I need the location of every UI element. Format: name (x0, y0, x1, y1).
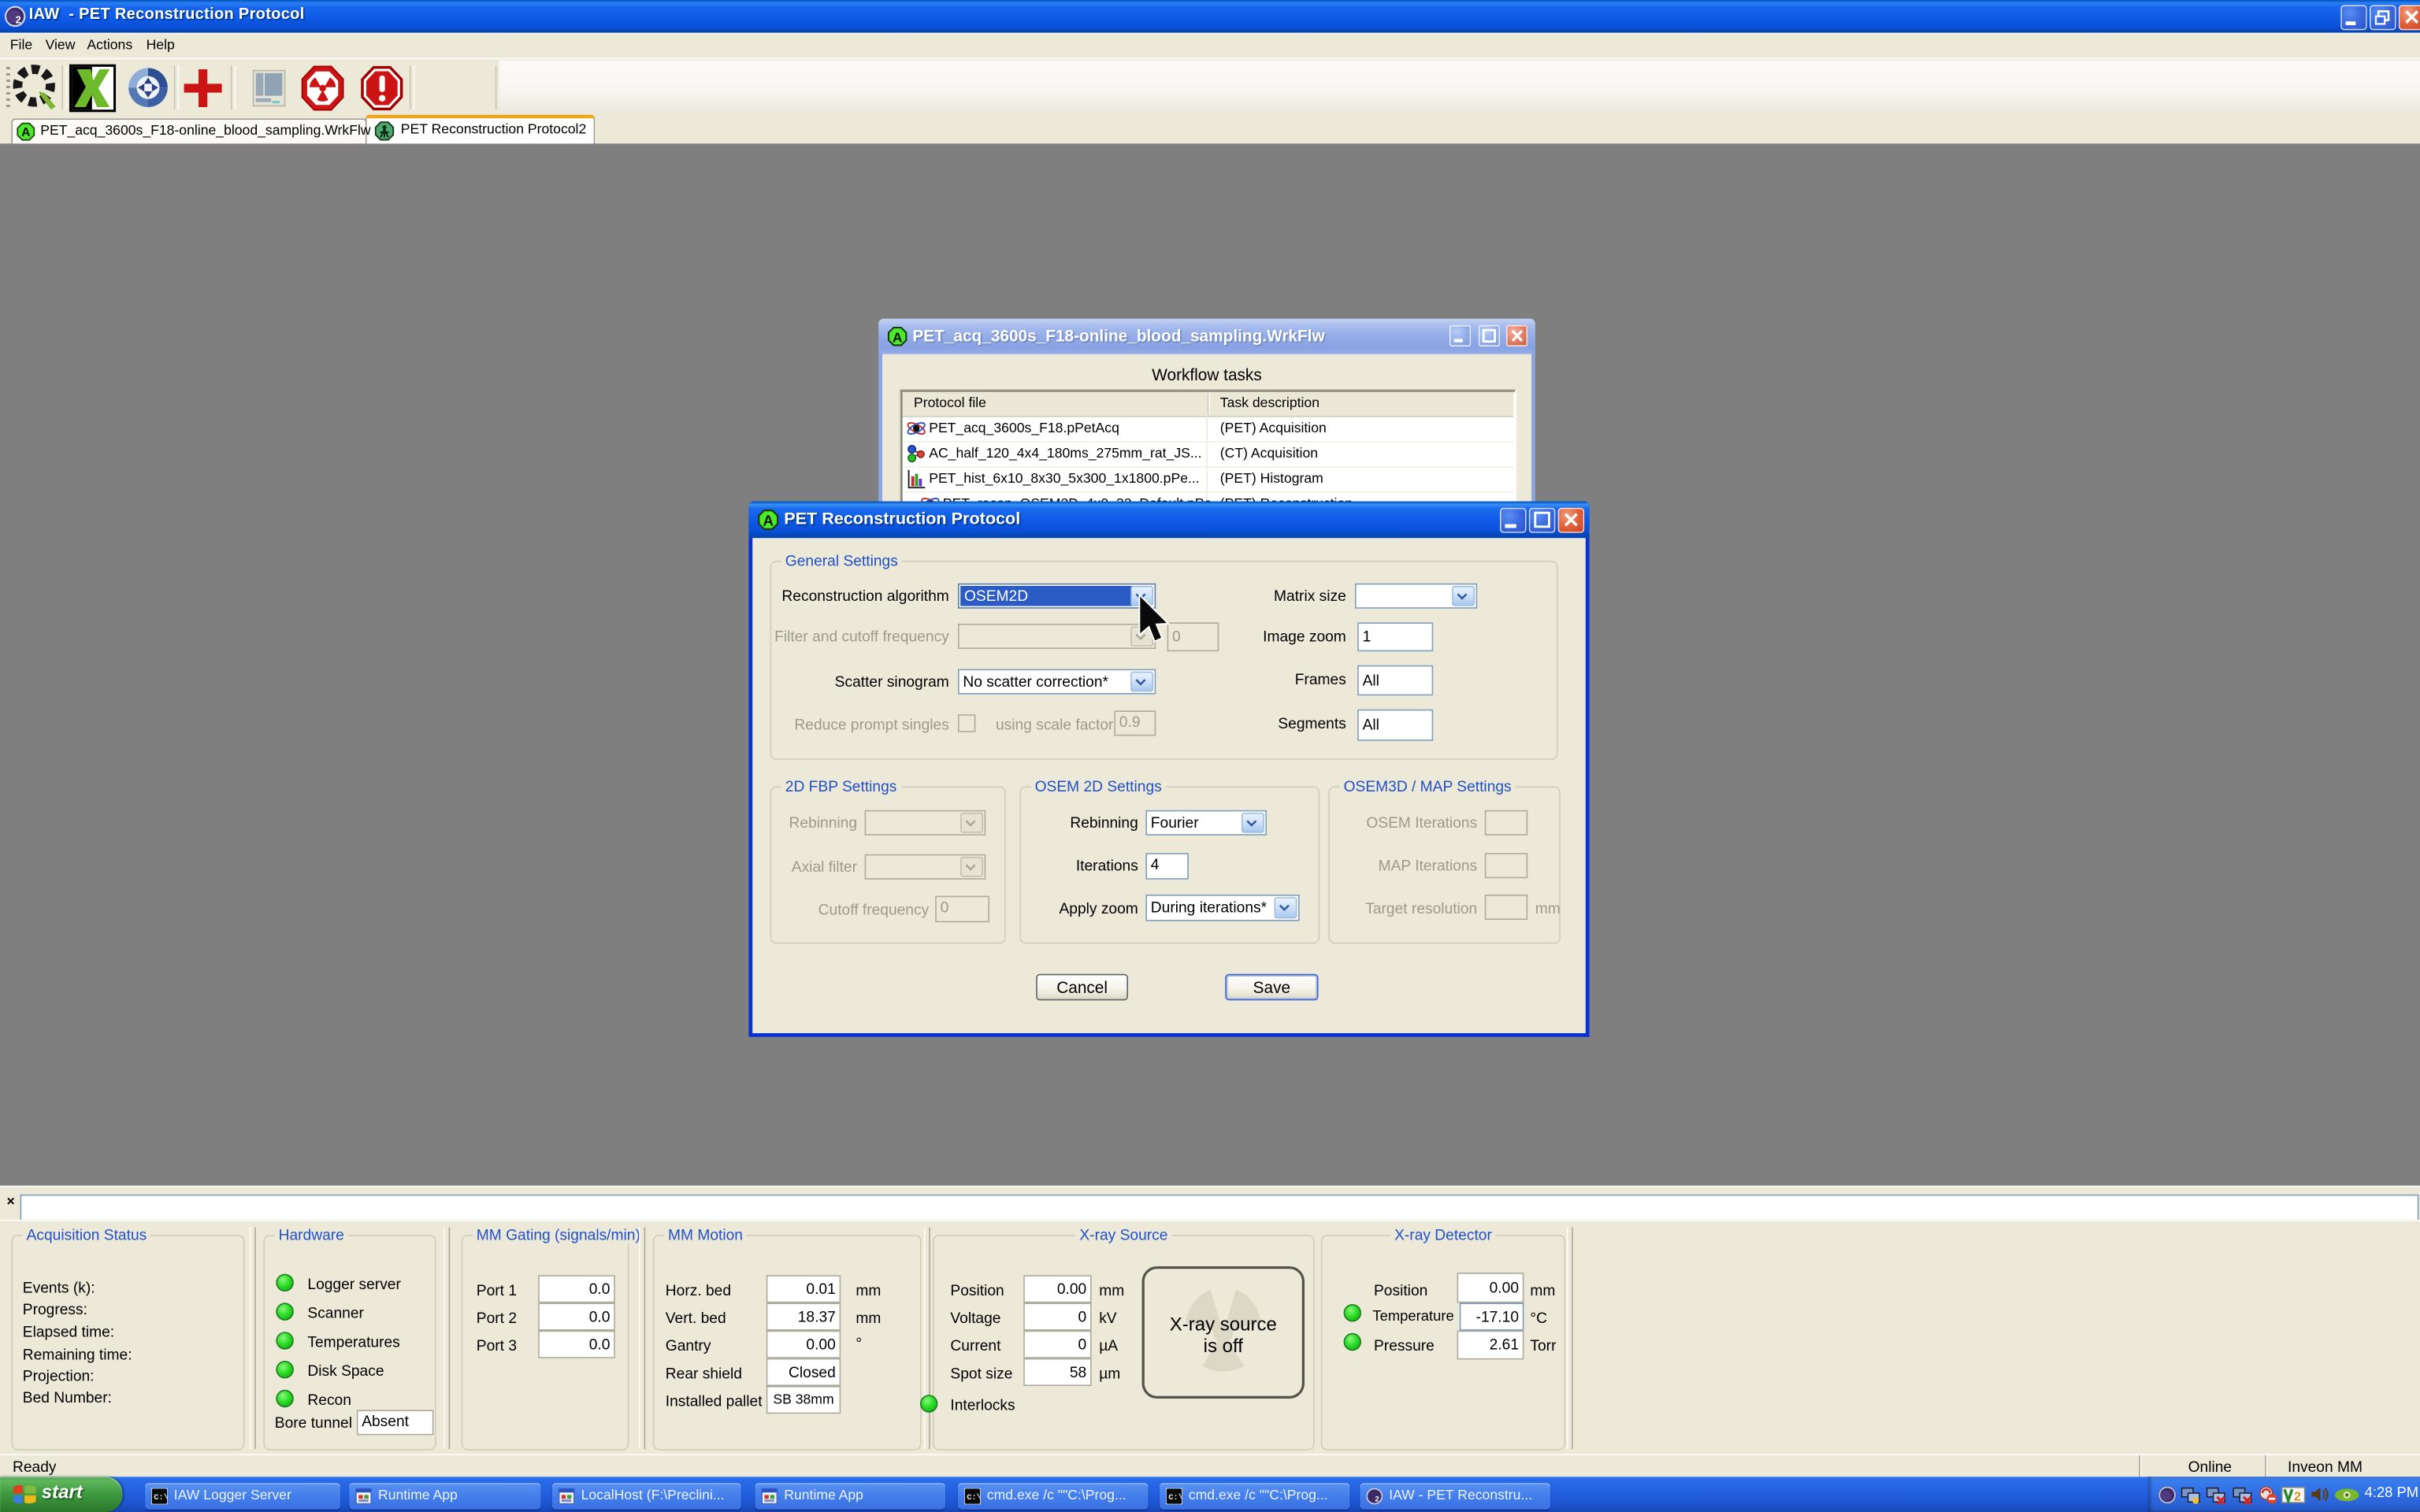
svg-text:2: 2 (1375, 1495, 1379, 1503)
svg-text:C:\: C:\ (967, 1493, 981, 1503)
svg-text:2: 2 (16, 14, 21, 26)
svg-text:A: A (893, 329, 903, 345)
svg-text:A: A (21, 126, 30, 139)
svg-text:2: 2 (2294, 1491, 2301, 1504)
svg-text:C:\: C:\ (154, 1493, 168, 1503)
svg-text:A: A (763, 513, 774, 529)
svg-text:C:\: C:\ (1168, 1493, 1182, 1503)
